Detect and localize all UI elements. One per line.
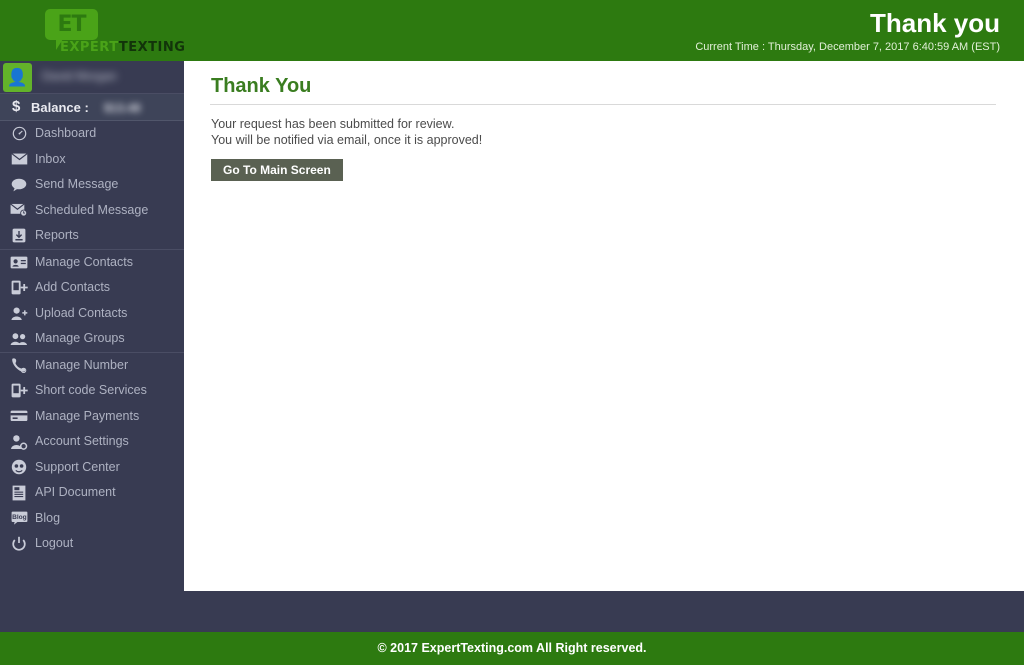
sidebar-item-label: Add Contacts — [35, 280, 111, 294]
sidebar-item-label: Short code Services — [35, 383, 147, 397]
footer-copyright: © 2017 ExpertTexting.com All Right reser… — [377, 641, 647, 655]
sidebar-item-account-settings[interactable]: Account Settings — [0, 429, 184, 455]
sidebar-item-label: Reports — [35, 228, 79, 242]
sidebar-item-manage-groups[interactable]: Manage Groups — [0, 326, 184, 352]
page-footer: © 2017 ExpertTexting.com All Right reser… — [0, 632, 1024, 665]
page-title: Thank You — [211, 75, 312, 97]
logo-word-texting: TEXTING — [118, 40, 186, 55]
page-header: ET EXPERTTEXTING Thank you Current Time … — [0, 0, 1024, 61]
sidebar-item-dashboard[interactable]: Dashboard — [0, 121, 184, 147]
brand-logo[interactable]: ET EXPERTTEXTING — [40, 9, 190, 55]
download-box-icon — [9, 223, 29, 249]
sidebar-item-short-code-services[interactable]: Short code Services — [0, 378, 184, 404]
avatar: 👤 — [3, 63, 32, 92]
main-content: Thank You Your request has been submitte… — [184, 61, 1024, 591]
contact-card-icon — [9, 250, 29, 276]
balance-value: $13.48 — [104, 101, 141, 115]
users-group-icon — [9, 326, 29, 352]
sidebar-item-label: Scheduled Message — [35, 202, 149, 217]
user-plus-icon — [9, 301, 29, 327]
phone-plus-icon — [9, 275, 29, 301]
sidebar-item-label: Manage Contacts — [35, 254, 133, 269]
user-avatar-icon: 👤 — [6, 68, 29, 87]
sidebar-item-label: Manage Groups — [35, 331, 125, 345]
sidebar-item-label: Support Center — [35, 459, 120, 474]
sidebar: 👤 David Morgan $ Balance : $13.48 Dashbo… — [0, 61, 184, 632]
sidebar-item-label: Inbox — [35, 151, 66, 166]
sidebar-item-label: Account Settings — [35, 434, 129, 448]
confirmation-message-line1: Your request has been submitted for revi… — [211, 117, 455, 131]
sidebar-item-logout[interactable]: Logout — [0, 531, 184, 557]
sidebar-balance-row[interactable]: $ Balance : $13.48 — [0, 94, 184, 121]
envelope-clock-icon — [9, 198, 29, 224]
title-divider — [210, 104, 996, 105]
speech-bubble-icon — [9, 172, 29, 198]
profile-name: David Morgan — [42, 69, 117, 83]
sidebar-item-api-document[interactable]: API Document — [0, 480, 184, 506]
sidebar-item-label: Logout — [35, 536, 74, 550]
blog-icon: Blog — [9, 506, 29, 532]
sidebar-item-manage-contacts[interactable]: Manage Contacts — [0, 250, 184, 276]
user-gear-icon — [9, 429, 29, 455]
sidebar-group-account: Manage Number Short code Services Manage… — [0, 351, 184, 557]
logo-et-text: ET — [57, 12, 86, 37]
dollar-icon: $ — [12, 98, 21, 115]
power-icon — [9, 531, 29, 557]
app-window: ET EXPERTTEXTING Thank you Current Time … — [0, 0, 1024, 665]
mobile-plus-icon — [9, 378, 29, 404]
sidebar-item-inbox[interactable]: Inbox — [0, 147, 184, 173]
sidebar-item-upload-contacts[interactable]: Upload Contacts — [0, 301, 184, 327]
sidebar-item-label: Upload Contacts — [35, 305, 128, 320]
logo-word-expert: EXPERT — [60, 40, 119, 55]
gauge-icon — [9, 121, 29, 147]
header-current-time: Current Time : Thursday, December 7, 201… — [695, 41, 1000, 53]
sidebar-item-manage-payments[interactable]: Manage Payments — [0, 404, 184, 430]
envelope-icon — [9, 147, 29, 173]
sidebar-group-contacts: Manage Contacts Add Contacts Upload Cont… — [0, 248, 184, 352]
sidebar-item-send-message[interactable]: Send Message — [0, 172, 184, 198]
headset-icon — [9, 455, 29, 481]
sidebar-item-label: Send Message — [35, 177, 119, 191]
sidebar-group-messaging: Dashboard Inbox Send Message Scheduled M… — [0, 121, 184, 249]
header-title: Thank you — [869, 8, 1000, 38]
sidebar-item-scheduled-message[interactable]: Scheduled Message — [0, 198, 184, 224]
balance-label: Balance : — [31, 100, 89, 115]
sidebar-item-label: Dashboard — [35, 126, 97, 140]
sidebar-profile[interactable]: 👤 David Morgan — [0, 61, 184, 94]
sidebar-item-add-contacts[interactable]: Add Contacts — [0, 275, 184, 301]
sidebar-item-label: API Document — [35, 485, 116, 499]
go-to-main-screen-button[interactable]: Go To Main Screen — [211, 159, 343, 181]
content-bottom-band — [184, 591, 1024, 632]
svg-text:Blog: Blog — [12, 514, 27, 521]
sidebar-item-label: Manage Number — [35, 357, 129, 372]
sidebar-item-manage-number[interactable]: Manage Number — [0, 353, 184, 379]
phone-gear-icon — [9, 353, 29, 379]
sidebar-item-reports[interactable]: Reports — [0, 223, 184, 249]
logo-wordmark: EXPERTTEXTING — [60, 40, 185, 55]
sidebar-item-support-center[interactable]: Support Center — [0, 455, 184, 481]
sidebar-item-label: Blog — [35, 510, 61, 525]
credit-card-icon — [9, 404, 29, 430]
sidebar-item-label: Manage Payments — [35, 408, 140, 423]
sidebar-item-blog[interactable]: Blog Blog — [0, 506, 184, 532]
confirmation-message-line2: You will be notified via email, once it … — [211, 133, 483, 147]
api-document-icon — [9, 480, 29, 506]
